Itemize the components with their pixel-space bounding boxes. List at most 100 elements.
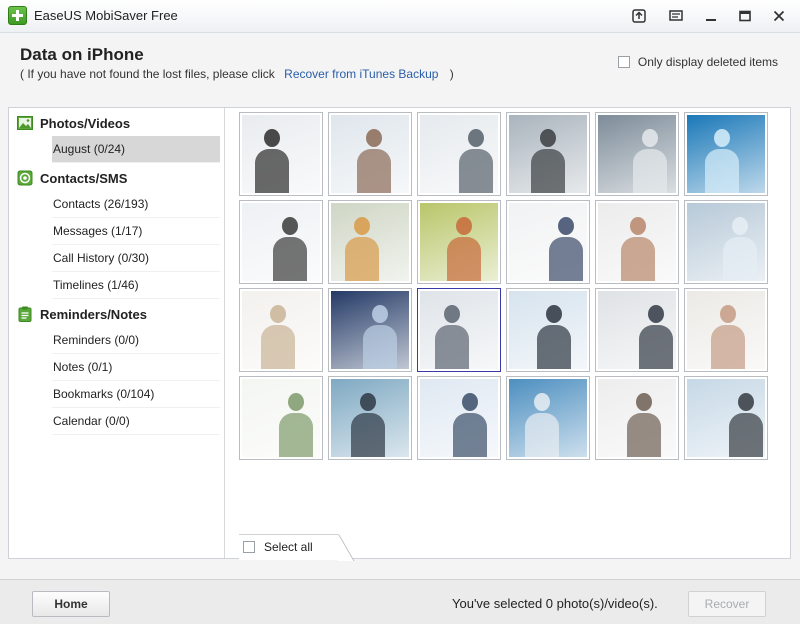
photo-subject — [546, 305, 562, 323]
photo-thumbnail[interactable] — [506, 200, 590, 284]
photo-subject-body — [351, 413, 385, 457]
photo-subject — [456, 217, 472, 235]
feedback-icon[interactable] — [663, 4, 689, 28]
photo-image — [687, 379, 765, 457]
close-icon[interactable] — [766, 4, 792, 28]
photo-thumbnail[interactable] — [328, 376, 412, 460]
photo-subject-body — [621, 237, 655, 281]
recover-itunes-link[interactable]: Recover from iTunes Backup — [284, 67, 438, 81]
only-deleted-option[interactable]: Only display deleted items — [617, 55, 778, 69]
hint-text: ( If you have not found the lost files, … — [20, 67, 454, 81]
photo-thumbnail[interactable] — [417, 288, 501, 372]
photo-subject-body — [273, 237, 307, 281]
photo-subject-body — [279, 413, 313, 457]
photo-thumbnail[interactable] — [595, 288, 679, 372]
photo-thumbnail[interactable] — [595, 200, 679, 284]
photo-image — [598, 203, 676, 281]
home-button[interactable]: Home — [32, 591, 110, 617]
photo-image — [598, 291, 676, 369]
photo-thumbnail[interactable] — [239, 200, 323, 284]
sidebar-item-bookmarks[interactable]: Bookmarks (0/104) — [52, 381, 220, 408]
photo-image — [242, 291, 320, 369]
photo-thumbnail[interactable] — [595, 376, 679, 460]
photo-image — [598, 379, 676, 457]
photo-subject — [642, 129, 658, 147]
photo-thumbnail[interactable] — [684, 288, 768, 372]
photo-subject — [558, 217, 574, 235]
sidebar-item-messages[interactable]: Messages (1/17) — [52, 218, 220, 245]
photo-thumbnail[interactable] — [239, 112, 323, 196]
footer: Home You've selected 0 photo(s)/video(s)… — [0, 579, 800, 624]
category-contacts-sms[interactable]: Contacts/SMS — [9, 165, 224, 191]
photo-subject-body — [723, 237, 757, 281]
photo-subject — [534, 393, 550, 411]
category-label: Contacts/SMS — [40, 171, 128, 186]
photo-thumbnail[interactable] — [684, 376, 768, 460]
photo-thumbnail[interactable] — [417, 200, 501, 284]
photo-subject — [738, 393, 754, 411]
photo-subject-body — [345, 237, 379, 281]
category-label: Reminders/Notes — [40, 307, 147, 322]
sidebar-item-august[interactable]: August (0/24) — [52, 136, 220, 163]
sidebar: Photos/Videos August (0/24) Contacts/SMS… — [9, 108, 225, 558]
photo-subject-body — [537, 325, 571, 369]
sidebar-item-reminders[interactable]: Reminders (0/0) — [52, 327, 220, 354]
photo-grid-area: Select all — [225, 108, 790, 560]
photo-thumbnail[interactable] — [684, 200, 768, 284]
select-all-checkbox[interactable] — [243, 541, 255, 553]
photo-subject-body — [633, 149, 667, 193]
photo-image — [242, 203, 320, 281]
photo-subject — [732, 217, 748, 235]
photo-thumbnail[interactable] — [239, 288, 323, 372]
photo-thumbnail[interactable] — [595, 112, 679, 196]
photo-thumbnail[interactable] — [506, 376, 590, 460]
category-label: Photos/Videos — [40, 116, 131, 131]
photo-image — [242, 379, 320, 457]
category-photos-videos[interactable]: Photos/Videos — [9, 110, 224, 136]
photo-subject — [462, 393, 478, 411]
category-reminders-notes[interactable]: Reminders/Notes — [9, 301, 224, 327]
photo-subject-body — [711, 325, 745, 369]
sidebar-item-call-history[interactable]: Call History (0/30) — [52, 245, 220, 272]
photo-subject-body — [627, 413, 661, 457]
sidebar-item-notes[interactable]: Notes (0/1) — [52, 354, 220, 381]
photo-subject — [264, 129, 280, 147]
select-all-label: Select all — [264, 540, 313, 554]
photo-thumbnail[interactable] — [328, 288, 412, 372]
photo-subject — [366, 129, 382, 147]
upload-icon[interactable] — [626, 4, 652, 28]
sidebar-item-timelines[interactable]: Timelines (1/46) — [52, 272, 220, 299]
photo-thumbnail[interactable] — [328, 112, 412, 196]
photo-subject — [270, 305, 286, 323]
app-logo-icon — [8, 6, 27, 25]
photo-thumbnail[interactable] — [239, 376, 323, 460]
photo-subject-body — [447, 237, 481, 281]
photo-subject — [354, 217, 370, 235]
photo-subject — [468, 129, 484, 147]
photo-subject — [372, 305, 388, 323]
app-title: EaseUS MobiSaver Free — [34, 8, 178, 23]
sidebar-item-contacts[interactable]: Contacts (26/193) — [52, 191, 220, 218]
photo-subject-body — [255, 149, 289, 193]
photo-thumbnail[interactable] — [506, 288, 590, 372]
photo-thumbnail[interactable] — [684, 112, 768, 196]
photo-image — [331, 291, 409, 369]
minimize-icon[interactable] — [698, 4, 724, 28]
photo-subject-body — [549, 237, 583, 281]
photo-image — [331, 379, 409, 457]
photo-thumbnail[interactable] — [506, 112, 590, 196]
only-deleted-checkbox[interactable] — [617, 56, 630, 68]
title-bar: EaseUS MobiSaver Free — [0, 0, 800, 33]
contacts-icon — [17, 170, 33, 186]
sidebar-item-calendar[interactable]: Calendar (0/0) — [52, 408, 220, 435]
photo-thumbnail[interactable] — [417, 112, 501, 196]
select-all-option[interactable]: Select all — [243, 540, 313, 554]
content-panel: Photos/Videos August (0/24) Contacts/SMS… — [8, 107, 791, 560]
only-deleted-label: Only display deleted items — [637, 55, 778, 69]
recover-button[interactable]: Recover — [688, 591, 766, 617]
photo-thumbnail[interactable] — [417, 376, 501, 460]
photo-image — [420, 291, 498, 369]
photo-thumbnail[interactable] — [328, 200, 412, 284]
photo-subject — [714, 129, 730, 147]
maximize-icon[interactable] — [732, 4, 758, 28]
